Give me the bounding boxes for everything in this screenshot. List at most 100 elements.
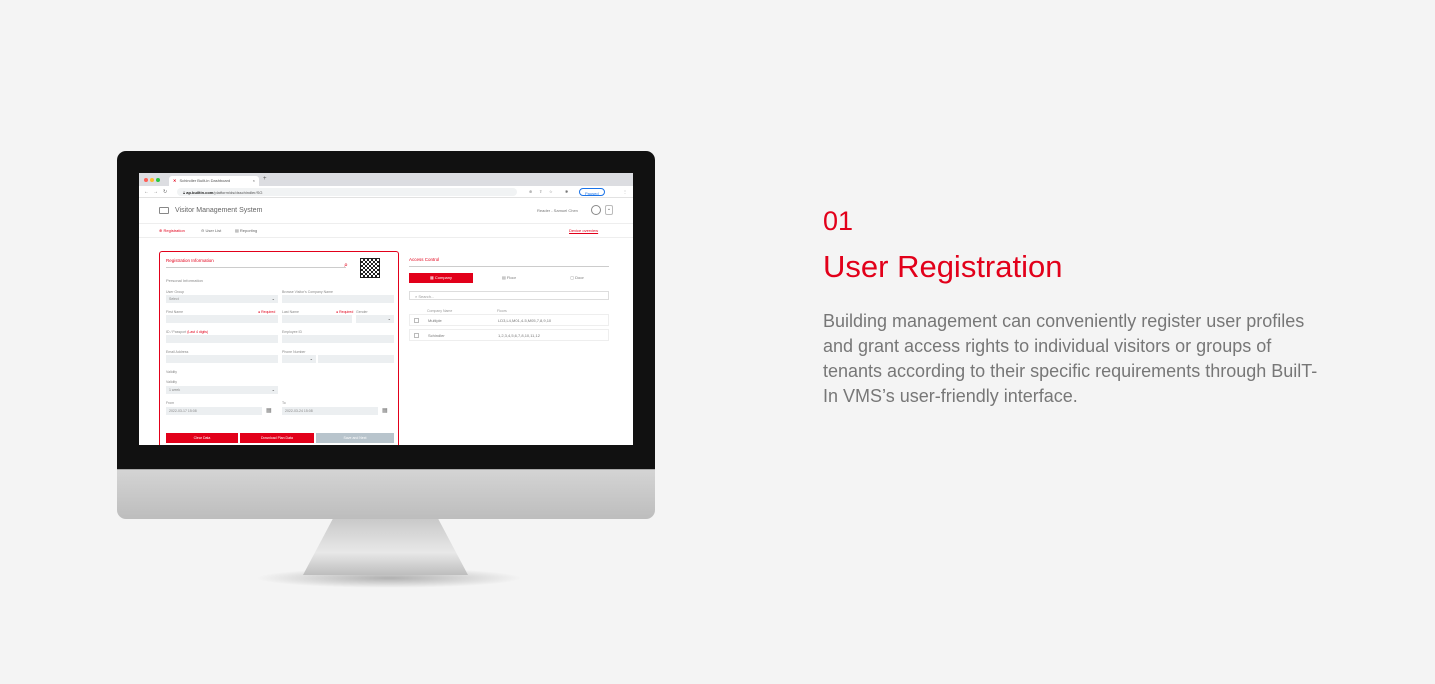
feature-description: Building management can conveniently reg…: [823, 311, 1318, 406]
required-badge: ● Required: [258, 310, 276, 314]
last-name-input[interactable]: [282, 315, 352, 323]
validity-label: Validity: [166, 380, 178, 384]
save-and-next-button[interactable]: Save and Next: [316, 433, 394, 443]
feature-title: User Registration: [823, 249, 1063, 284]
chevron-down-icon: ⌄: [387, 316, 391, 321]
browser-tab-title: Schindler Built-in Dashboard: [179, 178, 231, 183]
close-window-dot[interactable]: [144, 178, 148, 182]
browser-menu-icon[interactable]: ⋮: [623, 189, 627, 194]
close-tab-icon[interactable]: ×: [253, 178, 255, 183]
profile-paused-button[interactable]: Paused: [579, 188, 605, 196]
column-header-company: Company Name: [427, 309, 453, 313]
gender-label: Gender: [356, 310, 368, 314]
search-icon[interactable]: ⌕: [344, 262, 348, 270]
bookmark-star-icon[interactable]: ☆: [549, 189, 553, 194]
table-row[interactable]: Schindler 1,2,3,4,5,6,7,8,10,11,12: [409, 329, 609, 341]
calendar-icon[interactable]: ▦: [382, 407, 388, 414]
search-input[interactable]: ⌕ Search...: [409, 291, 609, 300]
menu-item-user-list[interactable]: ⊖ User List: [201, 228, 221, 233]
menu-item-reporting[interactable]: ▤ Reporting: [235, 228, 257, 233]
download-plan-data-button[interactable]: Download Plan Data: [240, 433, 314, 443]
address-bar[interactable]: 🔒︎ ap.builtin.com/platform/ds/dsschindle…: [177, 188, 517, 196]
divider: [166, 267, 346, 268]
email-label: Email Address: [166, 350, 189, 354]
monitor-screen: ✕ Schindler Built-in Dashboard × + ← → ↻…: [139, 173, 633, 445]
phone-input[interactable]: [318, 355, 394, 363]
employee-id-input[interactable]: [282, 335, 394, 343]
row-checkbox[interactable]: [414, 318, 419, 323]
user-group-select[interactable]: Select ⌄: [166, 295, 278, 303]
company-cell: Schindler: [428, 333, 445, 338]
validity-select[interactable]: 1 week ⌄: [166, 386, 278, 394]
device-overview-link[interactable]: Device overview: [569, 228, 598, 233]
menu-label: Registration: [163, 228, 185, 233]
column-header-floors: Floors: [497, 309, 507, 313]
tab-door[interactable]: ▢ Door: [545, 273, 609, 283]
from-date-input[interactable]: 2022-03-17 15:08: [166, 407, 262, 415]
company-input[interactable]: [282, 295, 394, 303]
url-domain: ap.builtin.com: [186, 190, 214, 195]
floors-cell: LD3,L4,M01,4-5,M05,7,8,9,10: [498, 318, 552, 323]
to-date-input[interactable]: 2022-03-24 15:08: [282, 407, 378, 415]
validity-heading: Validity: [166, 370, 178, 374]
employee-id-label: Employee ID: [282, 330, 303, 334]
new-tab-icon[interactable]: +: [263, 176, 267, 182]
phone-code-select[interactable]: ⌄: [282, 355, 316, 363]
gender-select[interactable]: ⌄: [356, 315, 394, 323]
app-title: Visitor Management System: [175, 207, 263, 214]
user-menu-chevron-icon[interactable]: ⌄: [605, 205, 613, 215]
browser-toolbar: ← → ↻ 🔒︎ ap.builtin.com/platform/ds/dssc…: [139, 186, 633, 198]
maximize-window-dot[interactable]: [156, 178, 160, 182]
divider: [409, 266, 609, 267]
phone-label: Phone Number: [282, 350, 306, 354]
email-field[interactable]: [166, 355, 278, 363]
row-checkbox[interactable]: [414, 333, 419, 338]
from-label: From: [166, 401, 175, 405]
floors-cell: 1,2,3,4,5,6,7,8,10,11,12: [498, 333, 540, 338]
app-menu-bar: ⊕ Registration ⊖ User List ▤ Reporting D…: [139, 224, 633, 238]
share-icon[interactable]: ⇪: [539, 189, 542, 194]
passport-input[interactable]: [166, 335, 278, 343]
access-control-title: Access Control: [409, 257, 440, 262]
tab-label: Door: [575, 275, 584, 280]
calendar-icon[interactable]: ▦: [266, 407, 272, 414]
first-name-input[interactable]: [166, 315, 278, 323]
menu-item-registration[interactable]: ⊕ Registration: [159, 228, 185, 233]
tab-label: Floor: [506, 275, 516, 280]
schindler-logo-icon: ✕: [173, 178, 177, 183]
clear-data-button[interactable]: Clear Data: [166, 433, 238, 443]
to-date-value: 2022-03-24 15:08: [285, 409, 313, 413]
back-icon[interactable]: ←: [144, 189, 149, 195]
qr-code: [360, 258, 380, 278]
reload-icon[interactable]: ↻: [163, 189, 167, 195]
required-text: Required: [339, 310, 354, 314]
menu-label: User List: [205, 228, 222, 233]
extensions-icon[interactable]: ✱: [565, 189, 568, 194]
browser-tab[interactable]: ✕ Schindler Built-in Dashboard ×: [169, 176, 259, 186]
forward-icon[interactable]: →: [153, 189, 158, 195]
access-control-panel: Access Control ▦ Company ▤ Floor ▢ Door …: [407, 251, 612, 445]
avatar[interactable]: [591, 205, 601, 215]
from-date-value: 2022-03-17 15:08: [169, 409, 197, 413]
search-placeholder: Search...: [418, 294, 435, 299]
validity-value: 1 week: [169, 388, 181, 392]
required-badge: ● Required: [336, 310, 354, 314]
table-row[interactable]: Multiple LD3,L4,M01,4-5,M05,7,8,9,10: [409, 314, 609, 326]
chevron-down-icon: ⌄: [271, 387, 275, 392]
tab-label: Company: [434, 275, 452, 280]
monitor: ✕ Schindler Built-in Dashboard × + ← → ↻…: [117, 151, 655, 519]
browser-tab-bar: ✕ Schindler Built-in Dashboard × +: [139, 173, 633, 186]
minimize-window-dot[interactable]: [150, 178, 154, 182]
paused-label: Paused: [585, 191, 599, 196]
user-group-label: User Group: [166, 290, 185, 294]
tab-company[interactable]: ▦ Company: [409, 273, 473, 283]
monitor-chin: [117, 469, 655, 519]
personal-info-heading: Personal Information: [166, 278, 203, 283]
passport-label-text: ID / Passport: [166, 330, 187, 334]
zoom-icon[interactable]: ⊕: [529, 189, 532, 194]
company-label: Browse Visitor's Company Name: [282, 290, 333, 294]
tab-floor[interactable]: ▤ Floor: [477, 273, 541, 283]
chevron-down-icon: ⌄: [271, 296, 275, 301]
passport-hint: (Last 4 digits): [187, 330, 209, 334]
menu-label: Reporting: [239, 228, 258, 233]
